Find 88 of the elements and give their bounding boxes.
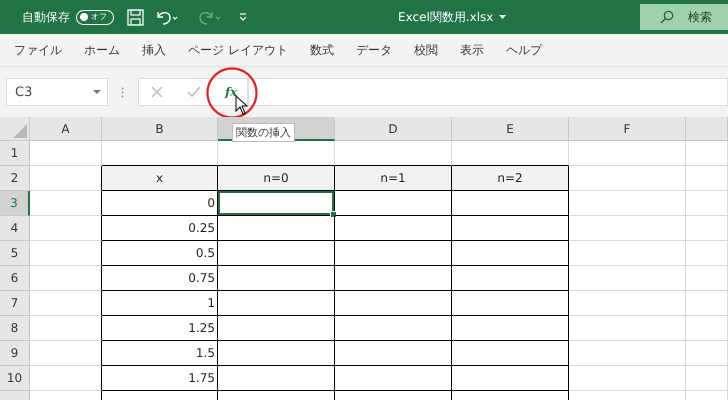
row-header[interactable]: 1 xyxy=(0,141,30,166)
caret-icon[interactable] xyxy=(499,14,506,20)
table-cell[interactable] xyxy=(452,316,569,341)
row-header[interactable]: 6 xyxy=(0,266,30,291)
table-cell: 0.25 xyxy=(102,216,218,241)
fill-handle[interactable] xyxy=(330,211,337,218)
ribbon-tab[interactable]: ホーム xyxy=(84,42,120,58)
row-header[interactable]: 10 xyxy=(0,366,30,391)
sheet-cell[interactable] xyxy=(30,266,102,291)
row-header[interactable]: 2 xyxy=(0,166,30,191)
table-cell[interactable] xyxy=(218,241,335,266)
table-header-cell: x xyxy=(102,166,218,191)
column-header[interactable]: B xyxy=(102,117,218,141)
sheet-cell[interactable] xyxy=(30,216,102,241)
row-header[interactable]: 8 xyxy=(0,316,30,341)
autosave-toggle[interactable]: オフ xyxy=(76,10,114,24)
ribbon-tab[interactable]: ファイル xyxy=(14,42,62,58)
table-cell[interactable] xyxy=(335,341,452,366)
table-cell: 1 xyxy=(102,291,218,316)
row-header[interactable]: 7 xyxy=(0,291,30,316)
table-cell[interactable] xyxy=(335,216,452,241)
sheet-cell[interactable] xyxy=(30,291,102,316)
table-cell[interactable] xyxy=(452,291,569,316)
sheet-cell[interactable] xyxy=(30,366,102,391)
save-icon[interactable] xyxy=(127,8,144,26)
table-cell[interactable] xyxy=(335,266,452,291)
table-cell: 1.25 xyxy=(102,316,218,341)
select-all-button[interactable] xyxy=(0,117,30,141)
insert-function-button[interactable]: fx xyxy=(225,85,238,99)
table-cell[interactable] xyxy=(218,216,335,241)
row-header[interactable]: 3 xyxy=(0,191,30,216)
table-cell[interactable] xyxy=(452,266,569,291)
table-cell: 0.5 xyxy=(102,241,218,266)
ribbon-tab[interactable]: 表示 xyxy=(460,42,484,58)
tooltip: 関数の挿入 xyxy=(232,123,295,142)
table-cell: 0 xyxy=(102,191,218,216)
cancel-icon[interactable] xyxy=(151,86,163,98)
table-cell[interactable] xyxy=(452,191,569,216)
formula-input[interactable] xyxy=(248,78,728,106)
sheet-cell[interactable] xyxy=(30,191,102,216)
file-name[interactable]: Excel関数用.xlsx xyxy=(398,8,494,26)
column-header[interactable]: E xyxy=(452,117,569,141)
table-cell[interactable] xyxy=(335,241,452,266)
table-cell[interactable] xyxy=(452,241,569,266)
table-cell[interactable] xyxy=(218,316,335,341)
sheet-cell[interactable] xyxy=(30,341,102,366)
table-cell[interactable] xyxy=(335,191,452,216)
grip-icon xyxy=(121,86,124,98)
ribbon-tab[interactable]: 校閲 xyxy=(414,42,438,58)
search-field[interactable]: 検索 xyxy=(640,4,728,30)
ribbon-tab[interactable]: 挿入 xyxy=(142,42,166,58)
table-cell[interactable] xyxy=(218,266,335,291)
column-header[interactable]: D xyxy=(335,117,452,141)
highlight-circle xyxy=(205,66,259,120)
table-cell: 1.75 xyxy=(102,366,218,391)
table-cell[interactable] xyxy=(335,291,452,316)
table-cell[interactable] xyxy=(335,316,452,341)
table-cell[interactable] xyxy=(218,291,335,316)
row-header[interactable]: 5 xyxy=(0,241,30,266)
table-header-cell: n=0 xyxy=(218,166,335,191)
table-cell[interactable] xyxy=(218,191,335,216)
column-header[interactable]: F xyxy=(569,117,686,141)
check-icon[interactable] xyxy=(187,86,201,98)
sheet-cell[interactable] xyxy=(30,316,102,341)
sheet-cell[interactable] xyxy=(30,241,102,266)
table-cell: 0.75 xyxy=(102,266,218,291)
name-box[interactable]: C3 xyxy=(6,78,108,106)
table-cell[interactable] xyxy=(218,366,335,391)
table-header-cell: n=1 xyxy=(335,166,452,191)
triangle-icon xyxy=(13,124,27,138)
table-cell[interactable] xyxy=(335,366,452,391)
ribbon-tab[interactable]: データ xyxy=(356,42,392,58)
search-icon xyxy=(660,10,674,24)
autosave-label: 自動保存 xyxy=(22,8,70,26)
table-cell[interactable] xyxy=(452,216,569,241)
ribbon-tab[interactable]: 数式 xyxy=(310,42,334,58)
row-header[interactable]: 9 xyxy=(0,341,30,366)
table-cell: 1.5 xyxy=(102,341,218,366)
table-cell[interactable] xyxy=(452,366,569,391)
table-header-cell: n=2 xyxy=(452,166,569,191)
column-header[interactable]: A xyxy=(30,117,102,141)
ribbon-tab[interactable]: ページ レイアウト xyxy=(188,42,288,58)
row-header[interactable]: 4 xyxy=(0,216,30,241)
dropdown-icon xyxy=(93,90,101,94)
table-cell[interactable] xyxy=(452,341,569,366)
customize-icon[interactable] xyxy=(238,12,248,22)
ribbon-tab[interactable]: ヘルプ xyxy=(506,42,542,58)
table-cell[interactable] xyxy=(218,341,335,366)
